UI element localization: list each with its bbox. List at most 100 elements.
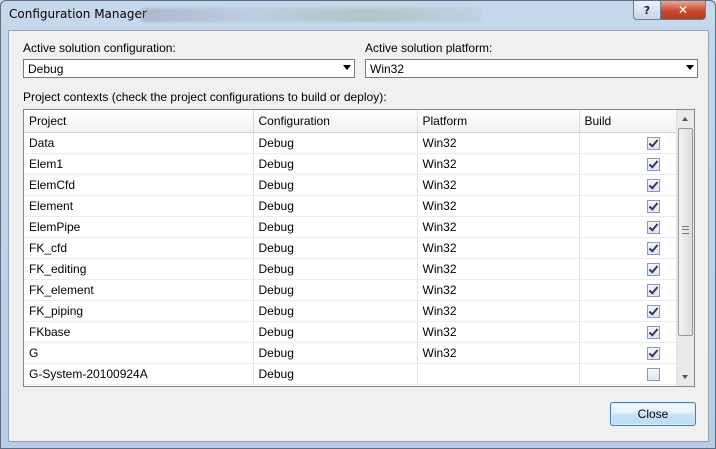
table-row[interactable]: FK_piping Debug Win32: [24, 300, 680, 322]
column-header-configuration[interactable]: Configuration: [253, 110, 418, 133]
build-checkbox[interactable]: [646, 325, 660, 339]
chevron-down-icon: [686, 65, 694, 70]
build-cell: [579, 300, 680, 322]
build-checkbox[interactable]: [646, 367, 660, 381]
configuration-cell[interactable]: Debug: [253, 300, 418, 322]
platform-cell[interactable]: Win32: [417, 300, 580, 322]
table-row[interactable]: Data Debug Win32: [24, 132, 680, 154]
build-cell: [579, 321, 680, 343]
configuration-cell[interactable]: Debug: [253, 174, 418, 196]
project-contexts-label: Project contexts (check the project conf…: [23, 90, 387, 104]
project-name-cell: FK_element: [24, 279, 254, 301]
build-checkbox[interactable]: [646, 199, 660, 213]
table-row[interactable]: ElemPipe Debug Win32: [24, 216, 680, 238]
project-name-cell: Element: [24, 195, 254, 217]
window-close-button[interactable]: ✕: [660, 1, 706, 20]
arrow-down-icon: [682, 375, 688, 379]
project-name-cell: G-System-20100924A: [24, 363, 254, 385]
close-button[interactable]: Close: [610, 402, 696, 426]
table-row[interactable]: G-System-20100924A Debug: [24, 363, 680, 385]
platform-cell[interactable]: Win32: [417, 279, 580, 301]
help-icon: ?: [643, 3, 651, 17]
build-cell: [579, 258, 680, 280]
arrow-up-icon: [682, 117, 688, 121]
solution-platform-label: Active solution platform:: [365, 41, 493, 55]
build-checkbox[interactable]: [646, 178, 660, 192]
platform-cell[interactable]: Win32: [417, 195, 580, 217]
project-name-cell: FK_piping: [24, 300, 254, 322]
solution-platform-dropdown[interactable]: Win32: [365, 59, 698, 78]
configuration-cell[interactable]: Debug: [253, 237, 418, 259]
configuration-cell[interactable]: Debug: [253, 258, 418, 280]
title-bar[interactable]: Configuration Manager ? ✕: [1, 1, 715, 29]
table-row[interactable]: G Debug Win32: [24, 342, 680, 364]
build-checkbox[interactable]: [646, 283, 660, 297]
table-row[interactable]: FK_cfd Debug Win32: [24, 237, 680, 259]
table-row[interactable]: Element Debug Win32: [24, 195, 680, 217]
configuration-cell[interactable]: Debug: [253, 153, 418, 175]
build-checkbox[interactable]: [646, 304, 660, 318]
configuration-cell[interactable]: Debug: [253, 321, 418, 343]
table-row[interactable]: FK_editing Debug Win32: [24, 258, 680, 280]
project-table: Project Configuration Platform Build Dat…: [24, 110, 680, 385]
build-checkbox[interactable]: [646, 262, 660, 276]
platform-cell[interactable]: Win32: [417, 216, 580, 238]
chevron-down-icon: [343, 65, 351, 70]
build-checkbox[interactable]: [646, 241, 660, 255]
platform-cell[interactable]: Win32: [417, 321, 580, 343]
configuration-cell[interactable]: Debug: [253, 132, 418, 154]
build-checkbox[interactable]: [646, 220, 660, 234]
build-checkbox[interactable]: [646, 157, 660, 171]
build-cell: [579, 216, 680, 238]
configuration-cell[interactable]: Debug: [253, 195, 418, 217]
project-name-cell: G: [24, 342, 254, 364]
column-header-project[interactable]: Project: [24, 110, 254, 133]
table-row[interactable]: Elem1 Debug Win32: [24, 153, 680, 175]
grid-header-row: Project Configuration Platform Build: [24, 110, 680, 133]
build-cell: [579, 195, 680, 217]
project-name-cell: ElemCfd: [24, 174, 254, 196]
vertical-scrollbar[interactable]: [676, 110, 694, 386]
platform-cell[interactable]: Win32: [417, 237, 580, 259]
close-icon: ✕: [677, 3, 689, 17]
build-checkbox[interactable]: [646, 346, 660, 360]
configuration-cell[interactable]: Debug: [253, 216, 418, 238]
blurred-title-background: [141, 8, 481, 22]
grip-icon: [682, 226, 689, 234]
table-row[interactable]: FK_element Debug Win32: [24, 279, 680, 301]
platform-cell[interactable]: [417, 363, 580, 385]
platform-cell[interactable]: Win32: [417, 174, 580, 196]
project-name-cell: FK_cfd: [24, 237, 254, 259]
build-cell: [579, 342, 680, 364]
build-cell: [579, 153, 680, 175]
scroll-thumb[interactable]: [678, 128, 693, 336]
platform-cell[interactable]: Win32: [417, 258, 580, 280]
build-cell: [579, 132, 680, 154]
column-header-build[interactable]: Build: [579, 110, 680, 133]
build-cell: [579, 363, 680, 385]
solution-configuration-label: Active solution configuration:: [23, 41, 176, 55]
platform-cell[interactable]: Win32: [417, 132, 580, 154]
solution-platform-value: Win32: [370, 62, 405, 76]
project-contexts-grid: Project Configuration Platform Build Dat…: [23, 109, 695, 387]
configuration-cell[interactable]: Debug: [253, 279, 418, 301]
project-name-cell: FK_editing: [24, 258, 254, 280]
project-name-cell: Data: [24, 132, 254, 154]
solution-configuration-dropdown[interactable]: Debug: [23, 59, 355, 78]
project-name-cell: Elem1: [24, 153, 254, 175]
platform-cell[interactable]: Win32: [417, 153, 580, 175]
help-button[interactable]: ?: [633, 1, 661, 20]
build-checkbox[interactable]: [646, 136, 660, 150]
column-header-platform[interactable]: Platform: [417, 110, 580, 133]
table-row[interactable]: FKbase Debug Win32: [24, 321, 680, 343]
scroll-down-button[interactable]: [677, 369, 694, 386]
window-title: Configuration Manager: [9, 7, 147, 21]
project-name-cell: FKbase: [24, 321, 254, 343]
platform-cell[interactable]: Win32: [417, 342, 580, 364]
scroll-up-button[interactable]: [677, 110, 694, 127]
configuration-cell[interactable]: Debug: [253, 342, 418, 364]
dialog-body: Active solution configuration: Debug Act…: [8, 30, 709, 442]
build-cell: [579, 279, 680, 301]
configuration-cell[interactable]: Debug: [253, 363, 418, 385]
table-row[interactable]: ElemCfd Debug Win32: [24, 174, 680, 196]
